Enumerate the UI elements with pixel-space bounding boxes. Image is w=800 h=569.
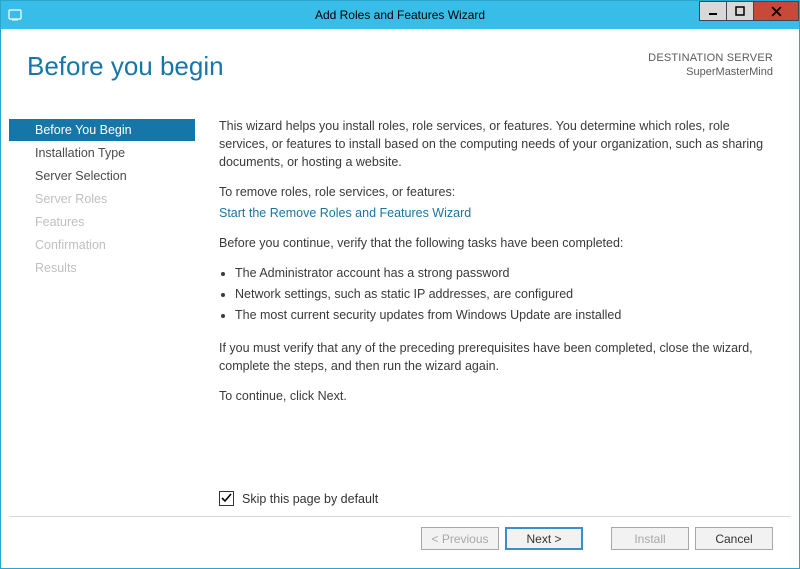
content-pane: This wizard helps you install roles, rol… [195,117,773,516]
destination-value: SuperMasterMind [648,65,773,79]
skip-checkbox[interactable] [219,491,234,506]
app-icon [7,7,23,23]
destination-server: DESTINATION SERVER SuperMasterMind [648,51,773,80]
titlebar: Add Roles and Features Wizard [1,1,799,29]
install-button: Install [611,527,689,550]
nav-installation-type[interactable]: Installation Type [9,142,195,165]
wizard-nav: Before You Begin Installation Type Serve… [9,117,195,516]
wizard-footer: < Previous Next > Install Cancel [9,516,791,560]
window-controls [700,1,799,21]
page-header: Before you begin DESTINATION SERVER Supe… [9,37,791,117]
continue-text: To continue, click Next. [219,387,773,405]
close-button[interactable] [753,1,799,21]
next-button[interactable]: Next > [505,527,583,550]
intro-text: This wizard helps you install roles, rol… [219,117,773,171]
minimize-button[interactable] [699,1,727,21]
list-item: The Administrator account has a strong p… [235,264,773,282]
main-area: Before You Begin Installation Type Serve… [9,117,791,516]
cancel-button[interactable]: Cancel [695,527,773,550]
remove-label: To remove roles, role services, or featu… [219,183,773,201]
nav-confirmation: Confirmation [9,234,195,257]
nav-before-you-begin[interactable]: Before You Begin [9,119,195,142]
nav-features: Features [9,211,195,234]
nav-server-selection[interactable]: Server Selection [9,165,195,188]
remove-link[interactable]: Start the Remove Roles and Features Wiza… [219,206,471,220]
skip-row: Skip this page by default [219,490,773,516]
maximize-button[interactable] [726,1,754,21]
verify-label: Before you continue, verify that the fol… [219,234,773,252]
destination-label: DESTINATION SERVER [648,51,773,65]
nav-server-roles: Server Roles [9,188,195,211]
page-title: Before you begin [27,51,224,82]
skip-label: Skip this page by default [242,490,378,508]
wizard-window: Add Roles and Features Wizard Before you… [0,0,800,569]
list-item: The most current security updates from W… [235,306,773,324]
prereq-list: The Administrator account has a strong p… [219,264,773,327]
window-body: Before you begin DESTINATION SERVER Supe… [1,29,799,568]
list-item: Network settings, such as static IP addr… [235,285,773,303]
nav-results: Results [9,257,195,280]
rerun-text: If you must verify that any of the prece… [219,339,773,375]
window-title: Add Roles and Features Wizard [315,8,485,22]
previous-button: < Previous [421,527,499,550]
